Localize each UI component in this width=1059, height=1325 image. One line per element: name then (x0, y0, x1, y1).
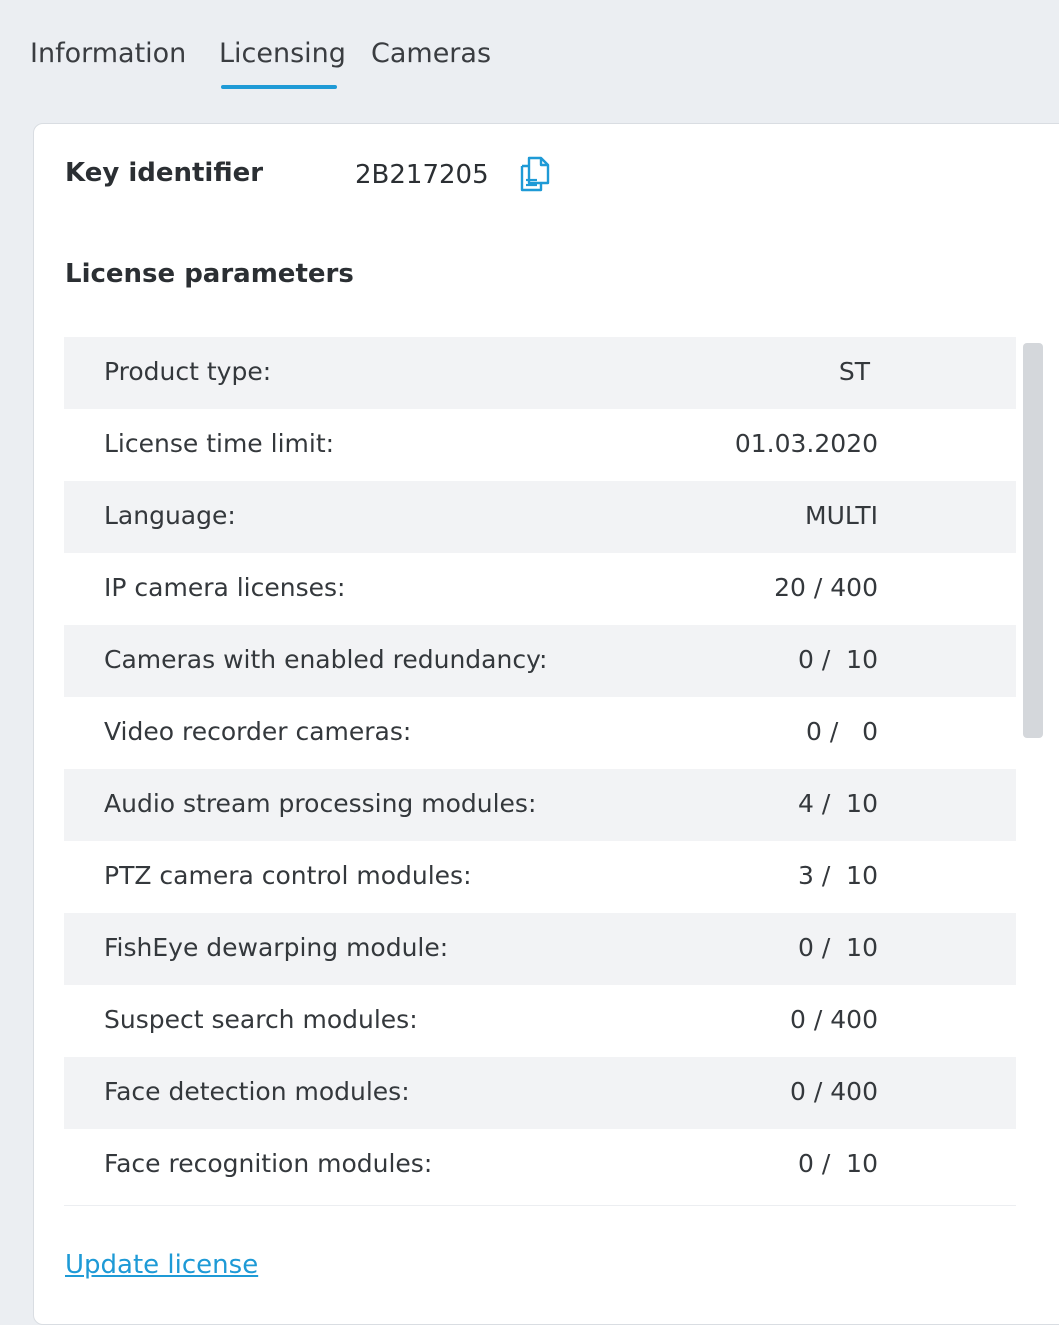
param-label: Video recorder cameras: (104, 717, 412, 746)
param-value: 01.03.2020 (734, 429, 878, 458)
param-value: ST (838, 357, 870, 386)
param-value: 4 / 10 (798, 789, 878, 818)
param-value: 0 / 10 (798, 933, 878, 962)
update-license-link[interactable]: Update license (65, 1250, 258, 1280)
param-value: 0 / 400 (790, 1077, 878, 1106)
tab-information[interactable]: Information (30, 38, 186, 69)
param-row-license-time-limit: License time limit: 01.03.2020 (64, 409, 1016, 481)
param-value: 0 / 10 (798, 1149, 878, 1178)
param-label: Face recognition modules: (104, 1149, 433, 1178)
param-row-ptz-modules: PTZ camera control modules: 3 / 10 (64, 841, 1016, 913)
param-value: 0 / 10 (798, 645, 878, 674)
param-label: Audio stream processing modules: (104, 789, 537, 818)
param-label: License time limit: (104, 429, 335, 458)
license-parameters-list: Product type: ST License time limit: 01.… (64, 337, 1016, 1201)
param-label: IP camera licenses: (104, 573, 346, 602)
param-label: Language: (104, 501, 236, 530)
param-label: PTZ camera control modules: (104, 861, 472, 890)
param-value: 20 / 400 (774, 573, 878, 602)
active-tab-indicator (221, 85, 337, 89)
param-row-product-type: Product type: ST (64, 337, 1016, 409)
param-row-fisheye-module: FishEye dewarping module: 0 / 10 (64, 913, 1016, 985)
param-label: Product type: (104, 357, 272, 386)
param-row-suspect-search: Suspect search modules: 0 / 400 (64, 985, 1016, 1057)
param-label: Suspect search modules: (104, 1005, 418, 1034)
param-value: 3 / 10 (798, 861, 878, 890)
param-value: MULTI (805, 501, 878, 530)
param-row-audio-modules: Audio stream processing modules: 4 / 10 (64, 769, 1016, 841)
param-row-video-recorder-cameras: Video recorder cameras: 0 / 0 (64, 697, 1016, 769)
license-parameters-title: License parameters (65, 259, 354, 289)
key-identifier-label: Key identifier (65, 158, 264, 188)
copy-icon[interactable] (517, 154, 553, 192)
scrollbar-thumb[interactable] (1023, 343, 1043, 738)
copy-icon-svg (520, 156, 550, 192)
list-divider (64, 1205, 1016, 1206)
param-row-ip-camera-licenses: IP camera licenses: 20 / 400 (64, 553, 1016, 625)
param-row-face-detection: Face detection modules: 0 / 400 (64, 1057, 1016, 1129)
param-row-language: Language: MULTI (64, 481, 1016, 553)
key-identifier-value: 2B217205 (355, 160, 489, 190)
param-label: Face detection modules: (104, 1077, 410, 1106)
tab-licensing[interactable]: Licensing (219, 38, 346, 69)
param-row-face-recognition: Face recognition modules: 0 / 10 (64, 1129, 1016, 1201)
tab-cameras[interactable]: Cameras (371, 38, 491, 69)
param-label: Cameras with enabled redundancy: (104, 645, 548, 674)
param-row-redundancy: Cameras with enabled redundancy: 0 / 10 (64, 625, 1016, 697)
param-label: FishEye dewarping module: (104, 933, 449, 962)
param-value: 0 / 0 (805, 717, 878, 746)
param-value: 0 / 400 (790, 1005, 878, 1034)
